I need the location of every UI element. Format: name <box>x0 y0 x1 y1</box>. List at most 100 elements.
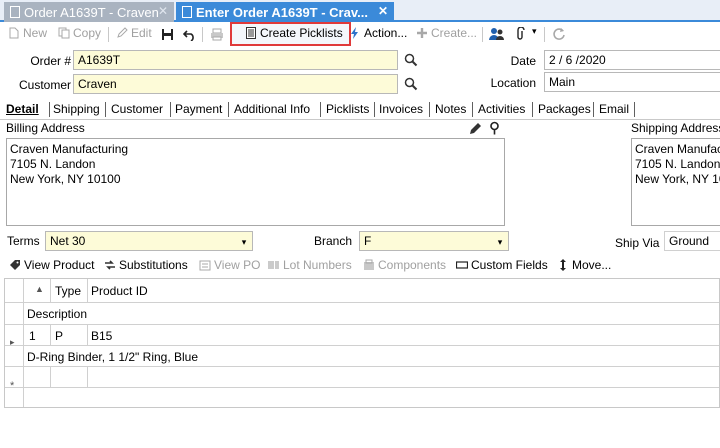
order-lines-grid: ▲ Type Product ID Description ▸ 1 P B15 … <box>4 278 720 408</box>
grid-line <box>87 279 88 302</box>
copy-icon <box>58 27 70 39</box>
tab-payment[interactable]: Payment <box>175 99 222 119</box>
print-icon[interactable] <box>210 28 224 41</box>
location-label: Location <box>490 76 536 90</box>
actions-button[interactable]: Action... <box>349 26 407 43</box>
tab-invoices[interactable]: Invoices <box>379 99 423 119</box>
chevron-down-icon[interactable]: ▾ <box>493 233 507 250</box>
shipping-line: New York, NY 10 <box>635 172 720 186</box>
grid-line <box>5 387 719 388</box>
billing-line: 7105 N. Landon <box>10 157 96 171</box>
move-button[interactable]: Move... <box>557 258 611 274</box>
location-field[interactable]: Main <box>544 72 720 92</box>
move-icon <box>560 259 566 271</box>
copy-button[interactable]: Copy <box>58 26 101 43</box>
terms-value: Net 30 <box>50 234 86 248</box>
row-product-id[interactable]: B15 <box>91 329 112 343</box>
grid-line <box>50 366 51 387</box>
column-header-product-id[interactable]: Product ID <box>91 284 148 298</box>
order-number-label: Order # <box>30 54 71 68</box>
tab-customer[interactable]: Customer <box>111 99 163 119</box>
billing-address-box[interactable]: Craven Manufacturing 7105 N. Landon New … <box>6 138 505 226</box>
tab-picklists[interactable]: Picklists <box>326 99 369 119</box>
grid-line <box>5 302 719 303</box>
components-icon <box>364 259 374 270</box>
row-line-number[interactable]: 1 <box>29 329 36 343</box>
document-icon <box>182 6 192 18</box>
billing-line: New York, NY 10100 <box>10 172 121 186</box>
ship-via-select[interactable]: Ground <box>664 231 720 251</box>
tab-enter-order[interactable]: Enter Order A1639T - Crav... ✕ <box>176 2 394 22</box>
refresh-icon[interactable] <box>552 27 566 41</box>
search-icon[interactable] <box>404 53 418 67</box>
close-icon[interactable]: ✕ <box>158 4 168 18</box>
tab-separator <box>105 102 106 117</box>
tab-separator <box>228 102 229 117</box>
map-pin-icon[interactable] <box>489 121 500 135</box>
plus-icon <box>417 28 427 38</box>
create-picklists-button[interactable]: Create Picklists <box>245 26 343 43</box>
new-button[interactable]: New <box>8 26 47 43</box>
grid-line <box>87 324 88 345</box>
shipping-address-box[interactable]: Craven Manufac 7105 N. Landon New York, … <box>631 138 720 226</box>
customer-field[interactable]: Craven <box>73 74 398 94</box>
customer-label: Customer <box>18 78 71 92</box>
undo-icon[interactable] <box>183 28 196 41</box>
custom-fields-button[interactable]: Custom Fields <box>456 258 548 274</box>
toolbar-separator <box>108 27 109 42</box>
tab-underline <box>0 119 720 120</box>
sort-ascending-icon[interactable]: ▲ <box>35 284 44 294</box>
tab-additional-info[interactable]: Additional Info <box>234 99 310 119</box>
grid-line <box>50 324 51 345</box>
shipping-address-label: Shipping Address <box>631 121 720 135</box>
tab-separator <box>532 102 533 117</box>
tab-label: Order A1639T - Craven <box>24 5 159 20</box>
grid-line <box>23 279 24 407</box>
toolbar: New Copy Edit ▾ Create Picklists Action.… <box>0 22 720 58</box>
edit-button[interactable]: Edit <box>116 26 152 43</box>
chevron-down-icon[interactable]: ▾ <box>237 233 251 250</box>
date-field[interactable]: 2 / 6 /2020 <box>544 50 720 70</box>
components-button[interactable]: Components <box>363 258 446 274</box>
close-icon[interactable]: ✕ <box>378 4 388 18</box>
tab-shipping[interactable]: Shipping <box>53 99 100 119</box>
tab-detail[interactable]: Detail <box>6 99 39 119</box>
tab-separator <box>472 102 473 117</box>
tab-activities[interactable]: Activities <box>478 99 525 119</box>
attachment-dropdown-icon[interactable]: ▾ <box>532 26 537 37</box>
branch-select[interactable]: F ▾ <box>359 231 509 251</box>
view-product-button[interactable]: View Product <box>9 258 94 274</box>
column-header-description[interactable]: Description <box>27 307 87 321</box>
tab-packages[interactable]: Packages <box>538 99 591 119</box>
tab-email[interactable]: Email <box>599 99 629 119</box>
tab-separator <box>374 102 375 117</box>
search-icon[interactable] <box>404 77 418 91</box>
order-number-field[interactable]: A1639T <box>73 50 398 70</box>
new-document-icon <box>9 27 19 39</box>
create-button[interactable]: Create... <box>416 26 477 43</box>
tag-icon <box>10 260 20 270</box>
column-header-type[interactable]: Type <box>55 284 81 298</box>
save-icon[interactable] <box>161 28 174 41</box>
terms-label: Terms <box>7 234 40 248</box>
document-icon <box>10 6 20 18</box>
new-row-indicator: * <box>10 380 15 392</box>
pencil-icon[interactable] <box>469 122 482 135</box>
substitutions-button[interactable]: Substitutions <box>104 258 188 274</box>
view-po-button[interactable]: View PO <box>199 258 260 274</box>
users-icon[interactable] <box>489 27 505 41</box>
terms-select[interactable]: Net 30 ▾ <box>45 231 253 251</box>
tab-separator <box>170 102 171 117</box>
billing-address-label: Billing Address <box>6 121 85 135</box>
tab-order-a1639t[interactable]: Order A1639T - Craven ✕ <box>4 2 174 22</box>
row-description[interactable]: D-Ring Binder, 1 1/2" Ring, Blue <box>27 350 198 364</box>
paperclip-icon[interactable] <box>515 27 525 41</box>
row-type[interactable]: P <box>55 329 63 343</box>
toolbar-separator <box>544 27 545 42</box>
lot-numbers-button[interactable]: Lot Numbers <box>268 258 352 274</box>
branch-value: F <box>364 234 372 248</box>
tab-separator <box>320 102 321 117</box>
picklist-icon <box>246 27 256 39</box>
tab-notes[interactable]: Notes <box>435 99 466 119</box>
toolbar-separator <box>482 27 483 42</box>
